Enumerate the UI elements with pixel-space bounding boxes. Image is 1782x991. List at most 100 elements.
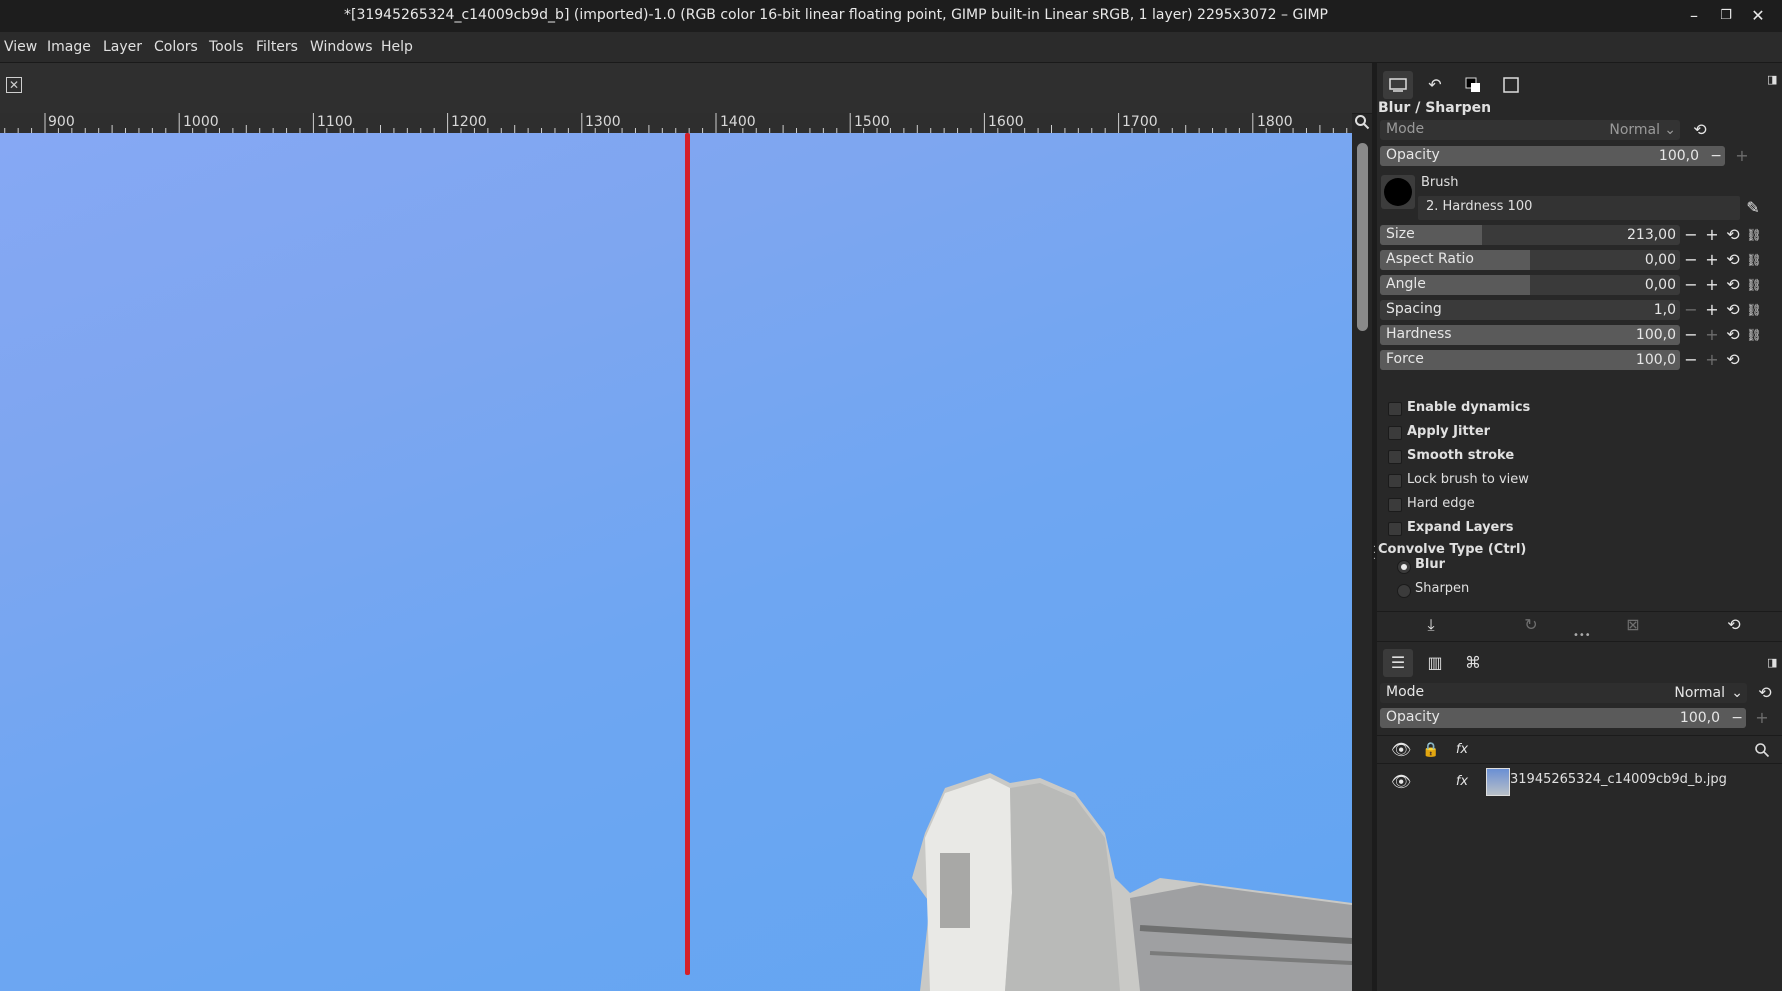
- mode-reset-icon[interactable]: ⟲: [1687, 120, 1713, 140]
- horizontal-ruler[interactable]: 900 1000 1100 1200 1300 1400 1500 1600 1…: [0, 113, 1352, 134]
- tool-options-tab-icon[interactable]: [1383, 71, 1413, 99]
- smooth-stroke-checkbox[interactable]: [1388, 450, 1402, 464]
- layers-tab-icon[interactable]: ☰: [1383, 649, 1413, 677]
- angle-plus-icon[interactable]: +: [1703, 275, 1721, 295]
- hard-edge-checkbox[interactable]: [1388, 498, 1402, 512]
- scrollbar-thumb[interactable]: [1357, 143, 1368, 331]
- colors-tab-icon[interactable]: [1458, 71, 1488, 99]
- reset-options-icon[interactable]: ⟲: [1725, 615, 1743, 635]
- search-icon[interactable]: [1753, 740, 1771, 760]
- close-icon[interactable]: ✕: [6, 77, 22, 93]
- enable-dynamics-checkbox[interactable]: [1388, 402, 1402, 416]
- layer-mode-reset-icon[interactable]: ⟲: [1752, 683, 1778, 703]
- maximize-button[interactable]: ❐: [1712, 4, 1740, 28]
- aspect-ratio-value: 0,00: [1644, 252, 1676, 268]
- radio-blur[interactable]: [1397, 560, 1411, 574]
- expand-layers-label: Expand Layers: [1407, 520, 1514, 535]
- angle-slider[interactable]: Angle 0,00: [1380, 275, 1680, 295]
- layer-name[interactable]: 31945265324_c14009cb9d_b.jpg: [1510, 772, 1727, 787]
- layer-mode-label: Mode: [1386, 684, 1425, 700]
- aspect-ratio-chain-link-icon[interactable]: ⛓: [1745, 250, 1763, 270]
- menu-help[interactable]: Help: [381, 39, 413, 55]
- panel-resize-handle[interactable]: •••: [1573, 630, 1591, 641]
- menu-view[interactable]: View: [4, 39, 37, 55]
- hardness-plus-icon[interactable]: +: [1703, 325, 1721, 345]
- force-reset-icon[interactable]: ⟲: [1724, 350, 1742, 370]
- radio-sharpen[interactable]: [1397, 584, 1411, 598]
- canvas-vertical-scrollbar[interactable]: [1353, 133, 1372, 991]
- fx-icon[interactable]: fx: [1453, 740, 1471, 760]
- spacing-reset-icon[interactable]: ⟲: [1724, 300, 1742, 320]
- hardness-minus-icon[interactable]: −: [1682, 325, 1700, 345]
- minus-icon[interactable]: −: [1731, 710, 1743, 726]
- size-minus-icon[interactable]: −: [1682, 225, 1700, 245]
- aspect-ratio-reset-icon[interactable]: ⟲: [1724, 250, 1742, 270]
- dock-menu-icon[interactable]: ◨: [1767, 656, 1777, 669]
- minus-icon[interactable]: −: [1710, 148, 1722, 164]
- spacing-plus-icon[interactable]: +: [1703, 300, 1721, 320]
- layer-opacity-slider[interactable]: Opacity 100,0 −: [1380, 708, 1746, 728]
- edit-brush-icon[interactable]: ✎: [1744, 198, 1762, 218]
- hardness-reset-icon[interactable]: ⟲: [1724, 325, 1742, 345]
- eye-icon[interactable]: 👁: [1391, 772, 1411, 792]
- restore-options-icon[interactable]: ↻: [1522, 615, 1540, 635]
- paths-tab-icon[interactable]: ⌘: [1458, 649, 1488, 677]
- force-plus-icon[interactable]: +: [1703, 350, 1721, 370]
- menu-tools[interactable]: Tools: [209, 39, 244, 55]
- menu-filters[interactable]: Filters: [256, 39, 298, 55]
- size-slider[interactable]: Size 213,00: [1380, 225, 1680, 245]
- plus-icon[interactable]: +: [1733, 146, 1751, 166]
- opacity-slider[interactable]: Opacity 100,0 −: [1380, 146, 1725, 166]
- undo-history-tab-icon[interactable]: ↶: [1420, 71, 1450, 99]
- ruler-label: 1300: [585, 114, 621, 130]
- spacing-minus-icon[interactable]: −: [1682, 300, 1700, 320]
- search-icon[interactable]: [1354, 114, 1370, 130]
- mode-label: Mode: [1386, 121, 1425, 137]
- image-canvas[interactable]: [0, 133, 1352, 991]
- hardness-slider[interactable]: Hardness 100,0: [1380, 325, 1680, 345]
- brush-preview[interactable]: [1381, 175, 1415, 209]
- minimize-button[interactable]: –: [1680, 4, 1708, 28]
- close-window-button[interactable]: ✕: [1744, 4, 1772, 28]
- delete-options-icon[interactable]: ⊠: [1624, 615, 1642, 635]
- eye-icon[interactable]: 👁: [1391, 740, 1411, 760]
- size-chain-link-icon[interactable]: ⛓: [1745, 225, 1763, 245]
- layer-row[interactable]: 👁 fx 31945265324_c14009cb9d_b.jpg: [1377, 764, 1782, 798]
- expand-layers-checkbox[interactable]: [1388, 522, 1402, 536]
- dock-menu-icon[interactable]: ◨: [1767, 73, 1777, 86]
- aspect-ratio-plus-icon[interactable]: +: [1703, 250, 1721, 270]
- angle-label: Angle: [1386, 276, 1426, 292]
- menu-image[interactable]: Image: [47, 39, 91, 55]
- channels-tab-icon[interactable]: ▥: [1420, 649, 1450, 677]
- ruler-label: 1500: [854, 114, 890, 130]
- angle-minus-icon[interactable]: −: [1682, 275, 1700, 295]
- angle-chain-link-icon[interactable]: ⛓: [1745, 275, 1763, 295]
- mode-dropdown[interactable]: Mode Normal ⌄: [1380, 120, 1680, 140]
- brush-name-field[interactable]: 2. Hardness 100: [1418, 196, 1740, 220]
- menu-colors[interactable]: Colors: [154, 39, 198, 55]
- force-minus-icon[interactable]: −: [1682, 350, 1700, 370]
- spacing-chain-link-icon[interactable]: ⛓: [1745, 300, 1763, 320]
- layer-opacity-label: Opacity: [1386, 709, 1440, 725]
- layer-mode-dropdown[interactable]: Mode Normal ⌄: [1380, 683, 1747, 703]
- ruler-label: 1200: [451, 114, 487, 130]
- size-reset-icon[interactable]: ⟲: [1724, 225, 1742, 245]
- fx-icon[interactable]: fx: [1453, 772, 1471, 792]
- menu-layer[interactable]: Layer: [103, 39, 142, 55]
- chevron-down-icon: ⌄: [1664, 122, 1676, 138]
- force-slider[interactable]: Force 100,0: [1380, 350, 1680, 370]
- aspect-ratio-minus-icon[interactable]: −: [1682, 250, 1700, 270]
- plus-icon[interactable]: +: [1753, 708, 1771, 728]
- images-tab-icon[interactable]: [1496, 71, 1526, 99]
- hardness-chain-link-icon[interactable]: ⛓: [1745, 325, 1763, 345]
- size-plus-icon[interactable]: +: [1703, 225, 1721, 245]
- tool-options-title: Blur / Sharpen: [1378, 100, 1492, 116]
- spacing-slider[interactable]: Spacing 1,0: [1380, 300, 1680, 320]
- save-options-icon[interactable]: ⤓: [1422, 615, 1440, 635]
- apply-jitter-checkbox[interactable]: [1388, 426, 1402, 440]
- aspect-ratio-slider[interactable]: Aspect Ratio 0,00: [1380, 250, 1680, 270]
- lock-brush-to-view-checkbox[interactable]: [1388, 474, 1402, 488]
- angle-reset-icon[interactable]: ⟲: [1724, 275, 1742, 295]
- lock-icon[interactable]: 🔒: [1422, 740, 1440, 760]
- menu-windows[interactable]: Windows: [310, 39, 373, 55]
